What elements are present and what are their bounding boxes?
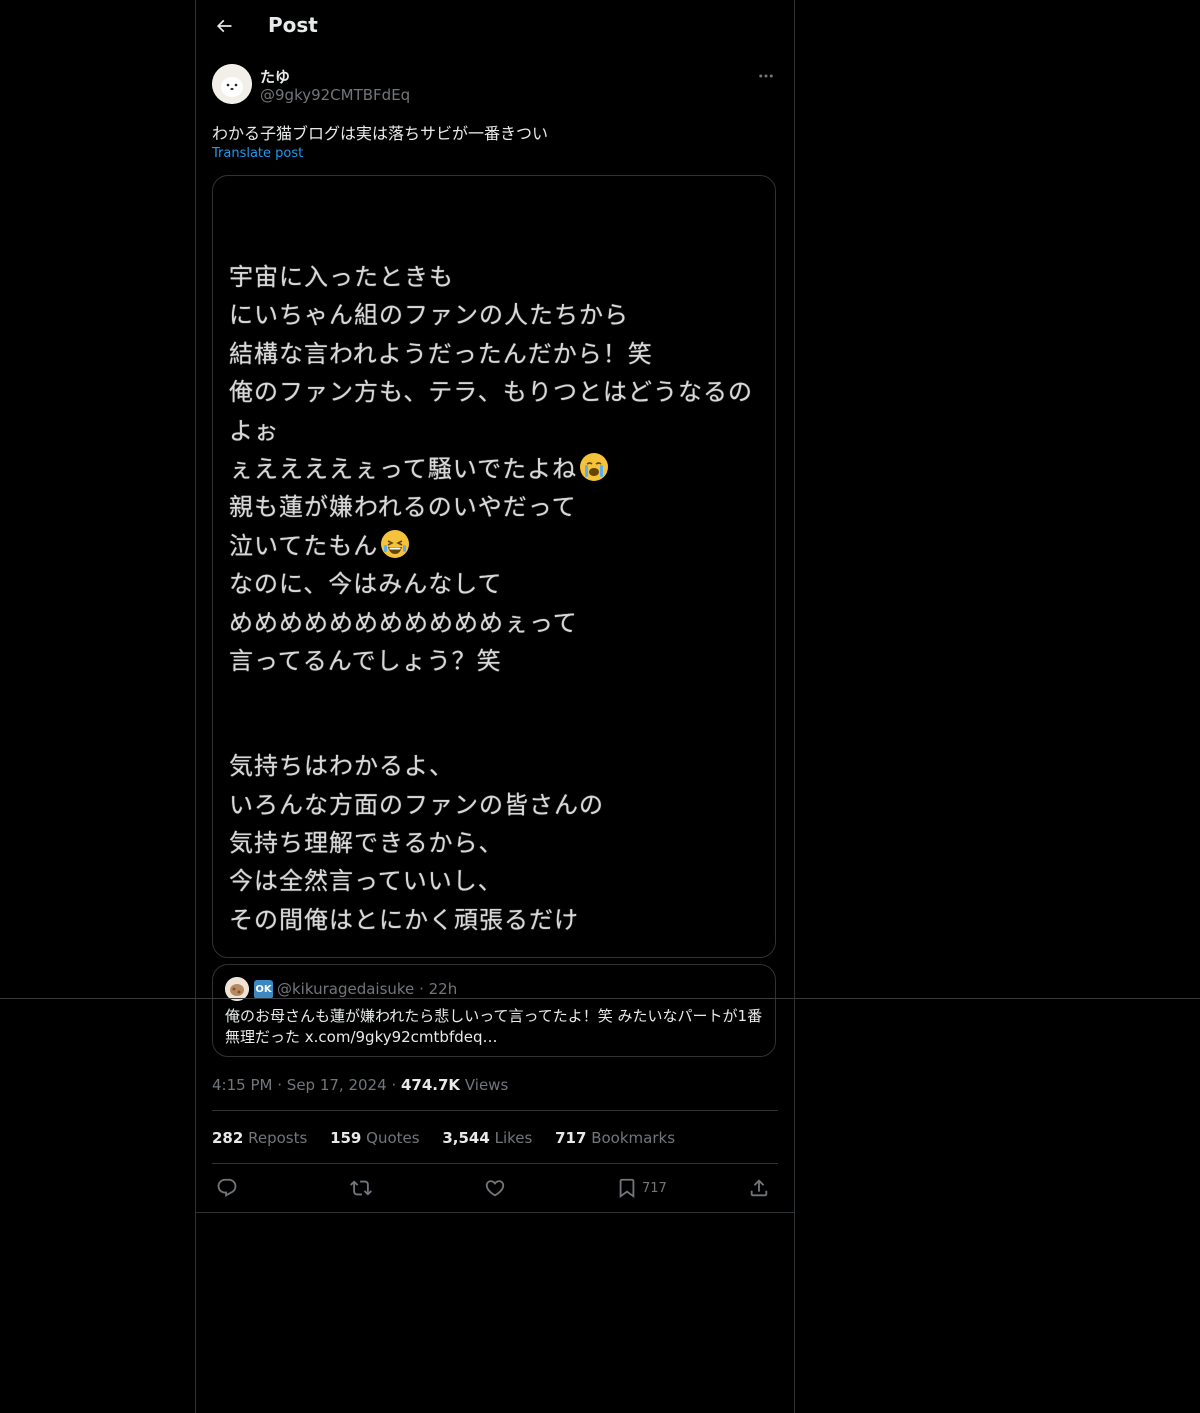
user-handle[interactable]: @9gky92CMTBFdEq [260,86,410,104]
quotes-stat[interactable]: 159 Quotes [330,1129,420,1147]
reposts-count: 282 [212,1129,244,1147]
translate-post-link[interactable]: Translate post [212,146,303,161]
bookmark-icon [619,1178,635,1199]
divider [212,1163,778,1164]
image-text-line: にいちゃん組のファンの人たちから [229,301,629,330]
quote-handle: @kikuragedaisuke [277,980,415,998]
post-text: わかる子猫ブログは実は落ちサビが一番きつい [212,124,549,143]
image-text-line: 泣いてたもん [229,531,379,560]
reposts-stat[interactable]: 282 Reposts [212,1129,307,1147]
post-date[interactable]: Sep 17, 2024 [287,1076,387,1094]
reposts-label: Reposts [248,1129,308,1147]
like-button[interactable] [484,1175,506,1201]
author-row: たゆ @9gky92CMTBFdEq [212,64,778,108]
image-text-line: ぇええええぇって騒いでたよね [229,454,578,483]
quote-time: 22h [428,980,458,998]
header: Post [196,0,794,53]
image-text-line: 宇宙に入ったときも [229,263,454,291]
views-label: Views [464,1076,509,1094]
post-image[interactable]: 宇宙に入ったときも にいちゃん組のファンの人たちから 結構な言われようだったんだ… [212,175,776,958]
quotes-label: Quotes [366,1129,420,1147]
likes-count: 3,544 [442,1129,490,1147]
page-title: Post [268,13,318,37]
post-column: Post たゆ @9gky92CMTBFdEq わかる子猫ブログは実は落ちサビが… [195,0,795,1413]
bookmarks-label: Bookmarks [591,1129,676,1147]
quote-text: 俺のお母さんも蓮が嫌われたら悲しいって言ってたよ！笑 みたいなパートが1番無理だ… [225,1007,763,1046]
reply-button[interactable] [216,1175,238,1201]
divider [212,1110,778,1111]
share-button[interactable] [748,1175,770,1201]
image-text-line: よぉ [229,416,279,445]
image-text-line: 今は全然言っていいし、 [229,867,503,896]
like-icon [485,1180,505,1197]
likes-label: Likes [494,1129,533,1147]
views-count: 474.7K [400,1076,461,1094]
image-text-line: いろんな方面のファンの皆さんの [229,790,604,819]
quoted-post-card[interactable]: OK @kikuragedaisuke · 22h 俺のお母さんも蓮が嫌われたら… [212,964,776,1057]
bookmarks-stat[interactable]: 717 Bookmarks [555,1129,675,1147]
post-timestamp: 4:15 PM · Sep 17, 2024 · 474.7K Views [212,1076,508,1094]
more-icon [759,74,773,78]
action-bar: 717 [212,1175,778,1203]
more-button[interactable] [754,64,778,88]
likes-stat[interactable]: 3,544 Likes [442,1129,532,1147]
bookmarks-count: 717 [555,1129,587,1147]
ok-badge: OK [254,980,273,999]
quotes-count: 159 [330,1129,362,1147]
image-text-line: その間俺はとにかく頑張るだけ [229,905,579,934]
bookmark-button[interactable]: 717 [616,1175,667,1201]
image-text-line-with-emoji: 泣いてたもん [229,527,769,565]
image-text-line: なのに、今はみんなして [229,570,503,599]
quote-separator: · [419,980,424,998]
share-icon [750,1179,768,1197]
back-button[interactable] [208,10,240,42]
laughing-face-emoji [381,529,410,558]
image-text: 宇宙に入ったときも にいちゃん組のファンの人たちから 結構な言われようだったんだ… [229,258,769,939]
timestamp-separator: · [391,1076,397,1094]
image-text-line: 気持ちはわかるよ、 [229,752,454,781]
quote-meta: @kikuragedaisuke · 22h [277,980,457,998]
repost-icon [350,1180,372,1196]
engagement-stats: 282 Reposts 159 Quotes 3,544 Likes 717 B… [212,1129,693,1147]
repost-button[interactable] [350,1175,372,1201]
back-arrow-icon [216,19,232,33]
divider [196,1212,794,1213]
bookmark-count: 717 [642,1180,667,1196]
image-text-line-with-emoji: ぇええええぇって騒いでたよね [229,450,769,488]
reply-icon [217,1178,237,1197]
display-name[interactable]: たゆ [260,66,290,87]
timestamp-separator: · [277,1076,283,1094]
image-text-line: めめめめめめめめめめめぇって [229,608,578,637]
image-text-line: 俺のファン方も、テラ、もりつとはどうなるの [229,378,754,407]
avatar-image [212,64,252,104]
image-text-line: 言ってるんでしょう？笑 [229,646,502,675]
image-text-line: 結構な言われようだったんだから！笑 [229,339,653,368]
post-time[interactable]: 4:15 PM [212,1076,272,1094]
image-text-line: 気持ち理解できるから、 [229,829,504,858]
image-text-spacer [229,680,769,747]
image-text-line: 親も蓮が嫌われるのいやだって [229,493,577,522]
overlay-divider [0,998,1200,999]
avatar[interactable] [212,64,252,104]
crying-face-emoji [580,452,609,481]
